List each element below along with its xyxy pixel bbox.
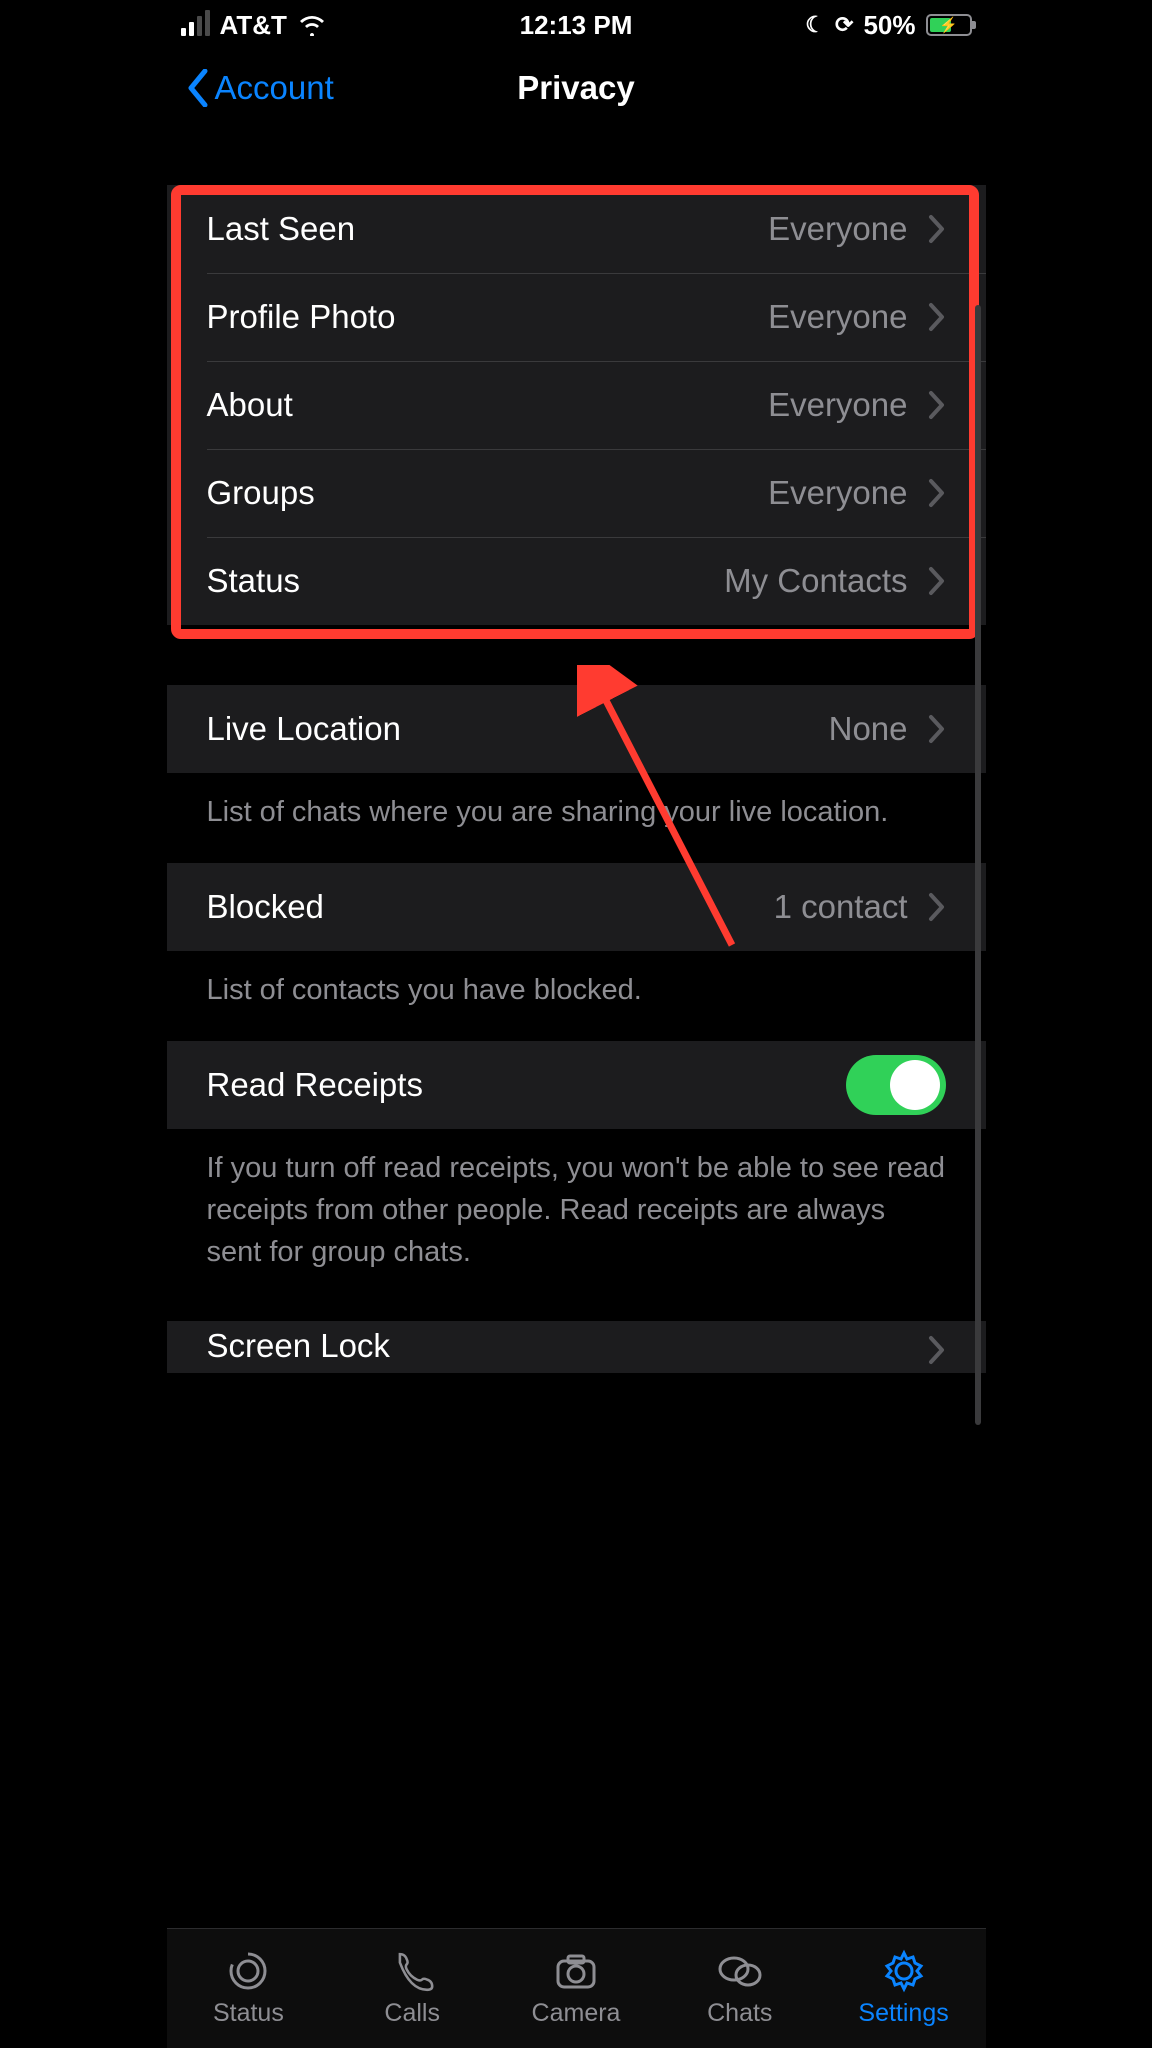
tab-chats[interactable]: Chats	[658, 1929, 822, 2048]
tab-calls[interactable]: Calls	[330, 1929, 494, 2048]
scrollbar[interactable]	[975, 305, 981, 1425]
signal-strength-icon	[181, 14, 210, 36]
privacy-row-value: My Contacts	[724, 562, 907, 600]
page-title: Privacy	[517, 69, 634, 107]
status-bar: AT&T 12:13 PM ☾ ⟳ 50% ⚡	[167, 0, 986, 50]
privacy-row-label: About	[207, 386, 769, 424]
privacy-row-label: Last Seen	[207, 210, 769, 248]
carrier: AT&T	[220, 10, 287, 41]
privacy-row-about[interactable]: AboutEveryone	[167, 361, 986, 449]
chevron-right-icon	[928, 892, 946, 922]
orientation-lock-icon: ⟳	[835, 12, 853, 38]
tab-label: Chats	[707, 1999, 772, 2028]
tab-label: Status	[213, 1999, 284, 2028]
tab-label: Camera	[532, 1999, 621, 2028]
privacy-row-profile-photo[interactable]: Profile PhotoEveryone	[167, 273, 986, 361]
chevron-right-icon	[928, 714, 946, 744]
blocked-row[interactable]: Blocked 1 contact	[167, 863, 986, 951]
privacy-row-value: Everyone	[768, 210, 907, 248]
calls-icon	[388, 1949, 436, 1993]
chats-icon	[716, 1949, 764, 1993]
screen-lock-label: Screen Lock	[207, 1327, 928, 1365]
clock: 12:13 PM	[520, 10, 633, 41]
live-location-label: Live Location	[207, 710, 829, 748]
tab-status[interactable]: Status	[167, 1929, 331, 2048]
privacy-row-label: Status	[207, 562, 725, 600]
live-location-value: None	[829, 710, 908, 748]
read-receipts-note: If you turn off read receipts, you won't…	[167, 1129, 986, 1303]
settings-icon	[880, 1949, 928, 1993]
blocked-label: Blocked	[207, 888, 774, 926]
chevron-right-icon	[928, 214, 946, 244]
chevron-left-icon	[187, 69, 209, 107]
chevron-right-icon	[928, 478, 946, 508]
chevron-right-icon	[928, 302, 946, 332]
back-button[interactable]: Account	[187, 69, 334, 107]
camera-icon	[552, 1949, 600, 1993]
blocked-note: List of contacts you have blocked.	[167, 951, 986, 1041]
privacy-row-value: Everyone	[768, 386, 907, 424]
content: Last SeenEveryoneProfile PhotoEveryoneAb…	[167, 125, 986, 1928]
battery-icon: ⚡	[926, 14, 972, 36]
blocked-value: 1 contact	[774, 888, 908, 926]
do-not-disturb-icon: ☾	[805, 12, 825, 38]
read-receipts-row: Read Receipts	[167, 1041, 986, 1129]
read-receipts-label: Read Receipts	[207, 1066, 846, 1104]
visibility-group: Last SeenEveryoneProfile PhotoEveryoneAb…	[167, 185, 986, 625]
status-icon	[224, 1949, 272, 1993]
tab-settings[interactable]: Settings	[822, 1929, 986, 2048]
tab-label: Settings	[858, 1999, 948, 2028]
chevron-right-icon	[928, 1335, 946, 1365]
privacy-row-value: Everyone	[768, 474, 907, 512]
wifi-icon	[297, 14, 327, 36]
live-location-note: List of chats where you are sharing your…	[167, 773, 986, 863]
privacy-row-value: Everyone	[768, 298, 907, 336]
privacy-row-status[interactable]: StatusMy Contacts	[167, 537, 986, 625]
privacy-row-label: Groups	[207, 474, 769, 512]
navigation-bar: Account Privacy	[167, 50, 986, 125]
back-label: Account	[215, 69, 334, 107]
privacy-row-last-seen[interactable]: Last SeenEveryone	[167, 185, 986, 273]
screen-lock-row[interactable]: Screen Lock	[167, 1321, 986, 1373]
chevron-right-icon	[928, 566, 946, 596]
live-location-row[interactable]: Live Location None	[167, 685, 986, 773]
chevron-right-icon	[928, 390, 946, 420]
tab-label: Calls	[384, 1999, 440, 2028]
tab-camera[interactable]: Camera	[494, 1929, 658, 2048]
tab-bar: Status Calls Camera Chats Settings	[167, 1928, 986, 2048]
read-receipts-toggle[interactable]	[846, 1055, 946, 1115]
privacy-row-groups[interactable]: GroupsEveryone	[167, 449, 986, 537]
privacy-row-label: Profile Photo	[207, 298, 769, 336]
battery-percentage: 50%	[863, 10, 915, 41]
